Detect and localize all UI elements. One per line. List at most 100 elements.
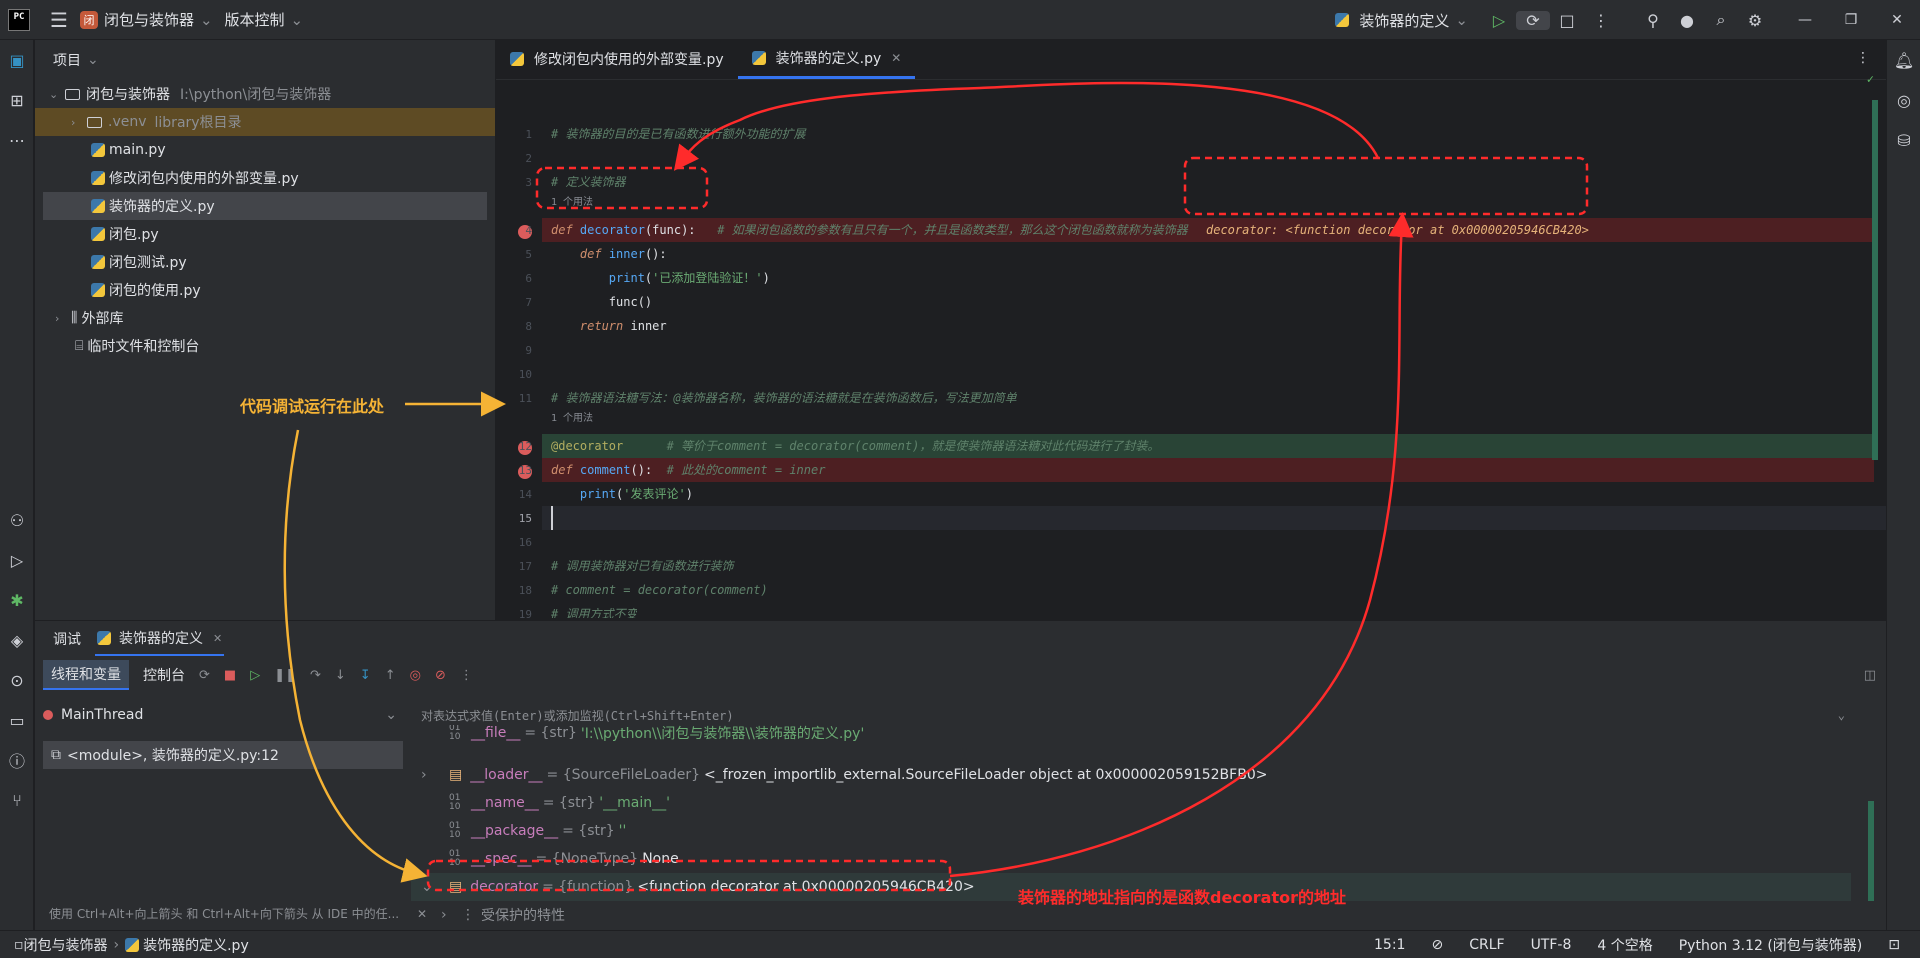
tree-item-scratches[interactable]: ⌸ 临时文件和控制台 xyxy=(35,332,495,360)
run-tool-icon[interactable]: ▷ xyxy=(0,540,34,580)
interpreter-selector[interactable]: Python 3.12 (闭包与装饰器) xyxy=(1679,935,1863,955)
tree-root[interactable]: ⌄ 闭包与装饰器 I:\python\闭包与装饰器 xyxy=(35,80,495,108)
stop-icon[interactable]: □ xyxy=(1550,11,1584,30)
run-config-selector[interactable]: 装饰器的定义 ⌄ xyxy=(1335,10,1468,31)
line-separator[interactable]: CRLF xyxy=(1469,937,1504,953)
breadcrumb-file[interactable]: 装饰器的定义.py xyxy=(143,935,249,955)
more-tools-icon[interactable]: ⋯ xyxy=(0,120,34,160)
more-icon[interactable]: ⋮ xyxy=(460,668,473,683)
close-tab-icon[interactable]: ✕ xyxy=(891,51,901,65)
thread-status-icon xyxy=(43,710,53,720)
resume-icon[interactable]: ▷ xyxy=(1482,11,1516,30)
ai-assistant-icon[interactable]: ● xyxy=(1670,11,1704,30)
variable-row[interactable]: › ▤ __loader__ = {SourceFileLoader} <_frozen… xyxy=(411,761,1851,789)
close-tab-icon[interactable]: ✕ xyxy=(213,632,222,645)
eval-placeholder: 对表达式求值(Enter)或添加监视(Ctrl+Shift+Enter) xyxy=(421,708,734,723)
tab-threads-variables[interactable]: 线程和变量 xyxy=(43,660,129,690)
settings-gear-icon[interactable]: ⚙ xyxy=(1738,11,1772,30)
project-panel-header[interactable]: 项目 ⌄ xyxy=(35,40,495,80)
debug-tool-icon[interactable]: ✱ xyxy=(0,580,34,620)
variable-row[interactable]: 01 10 __name__ = {str} '__main__' xyxy=(411,789,1851,817)
rerun-icon[interactable]: ⟳ xyxy=(199,668,210,683)
structure-tool-icon[interactable]: ⊞ xyxy=(0,80,34,120)
tab-decorator-definition[interactable]: 装饰器的定义.py ✕ xyxy=(737,39,916,79)
python-console-icon[interactable]: ⚇ xyxy=(0,500,34,540)
view-breakpoints-icon[interactable]: ◎ xyxy=(410,668,421,683)
terminal-icon[interactable]: ▭ xyxy=(0,700,34,740)
vcs-menu[interactable]: 版本控制 ⌄ xyxy=(225,9,304,30)
tab-modify-closure[interactable]: 修改闭包内使用的外部变量.py xyxy=(496,39,738,79)
tree-item-file[interactable]: 闭包测试.py xyxy=(35,248,495,276)
minimize-icon[interactable]: — xyxy=(1782,12,1828,28)
stop-icon[interactable]: ■ xyxy=(224,668,236,683)
services-icon[interactable]: ⊙ xyxy=(0,660,34,700)
editor-scrollbar[interactable] xyxy=(1872,100,1878,460)
step-into-my-code-icon[interactable]: ↧ xyxy=(360,668,371,683)
tab-label: 装饰器的定义 xyxy=(119,631,203,647)
add-user-icon[interactable]: ⚲ xyxy=(1636,11,1670,30)
layout-icon[interactable]: ◫ xyxy=(1864,668,1876,683)
mute-breakpoints-icon[interactable]: ⊘ xyxy=(435,668,446,683)
caret-position[interactable]: 15:1 xyxy=(1374,937,1405,953)
tip-text: 使用 Ctrl+Alt+向上箭头 和 Ctrl+Alt+向下箭头 从 IDE 中… xyxy=(49,907,400,921)
code-line: # 装饰器的目的是已有函数进行额外功能的扩展 xyxy=(551,127,806,141)
python-packages-icon[interactable]: ◈ xyxy=(0,620,34,660)
stack-frame[interactable]: ⧉ <module>, 装饰器的定义.py:12 xyxy=(43,741,403,769)
line-number: 6 xyxy=(525,272,532,285)
tree-item-file-selected[interactable]: 装饰器的定义.py xyxy=(43,192,487,220)
variables-scrollbar[interactable] xyxy=(1868,801,1874,901)
editor-more-icon[interactable]: ⋮ xyxy=(1856,50,1870,66)
database-icon[interactable]: ⛁ xyxy=(1887,120,1920,160)
chevron-down-icon: ⌄ xyxy=(49,87,59,101)
ai-chat-icon[interactable]: ◎ xyxy=(1887,80,1920,120)
tree-item-external-libs[interactable]: › ⫼ 外部库 xyxy=(35,304,495,332)
tree-item-file[interactable]: 修改闭包内使用的外部变量.py xyxy=(35,164,495,192)
file-encoding[interactable]: UTF-8 xyxy=(1531,937,1572,953)
variable-row[interactable]: 01 10 __file__ = {str} 'I:\\python\\闭包与装饰器\\… xyxy=(411,725,1851,741)
caret-line-highlight xyxy=(542,506,1886,530)
restore-icon[interactable]: ❐ xyxy=(1828,12,1874,28)
search-icon[interactable]: ⌕ xyxy=(1704,10,1738,30)
project-tool-icon[interactable]: ▣ xyxy=(0,40,34,80)
python-file-icon xyxy=(91,171,105,185)
breadcrumb-project[interactable]: 闭包与装饰器 xyxy=(24,935,108,955)
root-name: 闭包与装饰器 xyxy=(86,87,170,103)
project-switcher[interactable]: 闭 闭包与装饰器 ⌄ xyxy=(79,9,213,30)
breadcrumb-separator-icon: › xyxy=(113,936,120,953)
debug-title: 调试 xyxy=(53,632,81,648)
tab-debug-config[interactable]: 装饰器的定义 ✕ xyxy=(95,622,225,656)
line-number: 2 xyxy=(525,152,532,165)
more-icon[interactable]: ⋮ xyxy=(1584,11,1618,30)
indent-setting[interactable]: 4 个空格 xyxy=(1597,935,1652,955)
step-out-icon[interactable]: ↑ xyxy=(385,668,396,683)
close-window-icon[interactable]: ✕ xyxy=(1874,12,1920,28)
step-over-icon[interactable]: ↷ xyxy=(310,668,321,683)
thread-selector[interactable]: MainThread ⌄ xyxy=(43,701,403,729)
resume-icon[interactable]: ▷ xyxy=(250,668,260,683)
version-control-icon[interactable]: ⑂ xyxy=(0,780,34,820)
pause-icon[interactable]: ❚❚ xyxy=(274,668,296,683)
frame-label: <module>, 装饰器的定义.py:12 xyxy=(67,748,279,764)
lock-icon[interactable]: ⊡ xyxy=(1888,937,1900,953)
variable-row[interactable]: 01 10 __spec__ = {NoneType} None xyxy=(411,845,1851,873)
var-name: __file__ xyxy=(471,725,521,741)
tree-item-file[interactable]: main.py xyxy=(35,136,495,164)
notifications-icon[interactable]: 🔔︎ xyxy=(1887,40,1920,80)
var-type: = {NoneType} xyxy=(535,851,639,867)
step-into-icon[interactable]: ↓ xyxy=(335,668,346,683)
line-number: 12 xyxy=(518,440,532,453)
readonly-toggle-icon[interactable]: ⊘ xyxy=(1431,937,1443,953)
variable-row[interactable]: 01 10 __package__ = {str} '' xyxy=(411,817,1851,845)
object-icon: ▤ xyxy=(449,879,463,895)
tree-item-file[interactable]: 闭包.py xyxy=(35,220,495,248)
inspection-ok-icon[interactable]: ✓ xyxy=(1867,72,1874,86)
tab-console[interactable]: 控制台 xyxy=(143,665,185,685)
rerun-debug-icon[interactable]: ⟳ xyxy=(1516,10,1550,30)
main-menu-icon[interactable]: ☰ xyxy=(50,8,68,32)
line-number: 18 xyxy=(518,584,532,597)
tree-item-venv[interactable]: › .venv library根目录 xyxy=(35,108,495,136)
root-path: I:\python\闭包与装饰器 xyxy=(180,87,332,103)
close-tip-icon[interactable]: ✕ xyxy=(417,907,427,921)
problems-icon[interactable]: ⓘ xyxy=(0,740,34,780)
tree-item-file[interactable]: 闭包的使用.py xyxy=(35,276,495,304)
